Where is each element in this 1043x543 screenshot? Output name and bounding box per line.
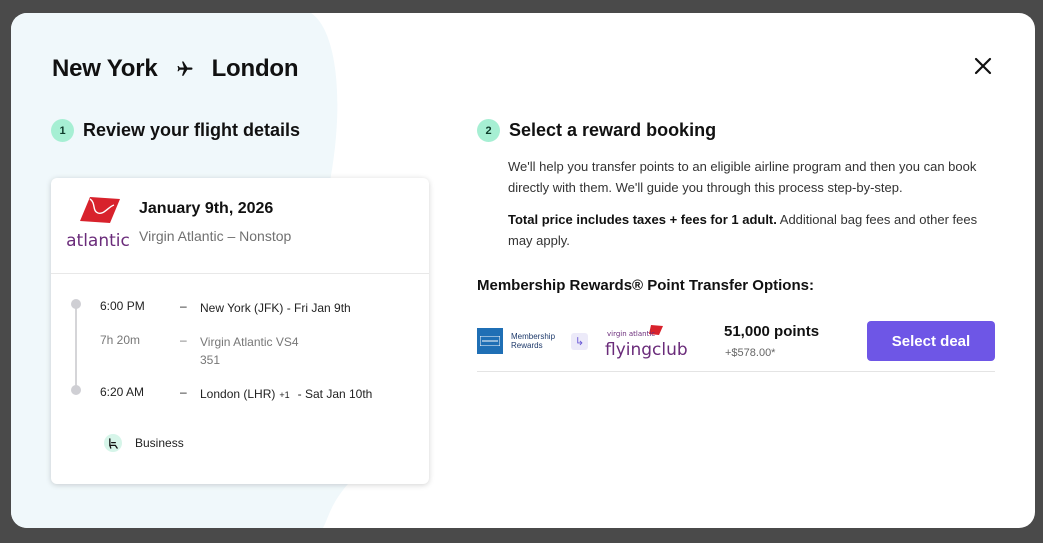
virgin-atlantic-logo: atlantic	[66, 197, 130, 251]
departure-airport: New York (JFK) - Fri Jan 9th	[200, 301, 351, 315]
transfer-explanation: We'll help you transfer points to an eli…	[508, 159, 977, 195]
flight-date: January 9th, 2026	[139, 200, 274, 217]
svg-text:virgin atlantic: virgin atlantic	[607, 330, 655, 338]
arrival-time: 6:20 AM	[100, 385, 145, 399]
select-deal-button[interactable]: Select deal	[867, 321, 995, 361]
price-disclaimer: Total price includes taxes + fees for 1 …	[508, 212, 978, 248]
flight-number: Virgin Atlantic VS4 351	[200, 335, 299, 367]
cabin-class: Business	[104, 434, 184, 452]
departure-time: 6:00 PM	[100, 299, 145, 313]
close-icon[interactable]	[972, 55, 994, 77]
amex-logo-icon	[477, 328, 503, 354]
airplane-icon	[176, 60, 194, 78]
flight-timeline	[71, 299, 81, 395]
route-title: New York London	[52, 55, 299, 83]
transfer-options-title: Membership Rewards® Point Transfer Optio…	[477, 277, 814, 294]
svg-text:flyingclub: flyingclub	[605, 340, 688, 360]
destination-city: London	[211, 55, 299, 82]
flight-booking-modal: New York London 1 Review your flight det…	[11, 13, 1035, 528]
cash-fees: +$578.00*	[725, 347, 776, 359]
cabin-label: Business	[135, 436, 184, 450]
step-number-badge: 1	[51, 119, 74, 142]
arrival-airport: London (LHR) +1- Sat Jan 10th	[200, 387, 373, 401]
transfer-option-row: Membership Rewards ↳ virgin atlantic fly…	[477, 319, 995, 372]
card-divider	[51, 273, 429, 274]
membership-rewards-label: Membership Rewards	[511, 332, 556, 350]
flight-duration: 7h 20m	[100, 333, 141, 347]
step-select-booking: 2 Select a reward booking	[477, 119, 716, 142]
seat-icon	[104, 434, 122, 452]
day-offset: +1	[279, 390, 290, 400]
step-number-badge: 2	[477, 119, 500, 142]
transfer-arrow-icon: ↳	[571, 333, 588, 350]
step-review-flight: 1 Review your flight details	[51, 119, 300, 142]
points-required: 51,000 points	[724, 323, 820, 340]
step-title: Review your flight details	[83, 120, 301, 140]
airline-nonstop: Virgin Atlantic – Nonstop	[139, 228, 292, 244]
flight-details-card: atlantic January 9th, 2026 Virgin Atlant…	[51, 178, 429, 484]
flyingclub-logo: virgin atlantic flyingclub	[605, 325, 688, 360]
logo-wordmark: atlantic	[66, 231, 130, 251]
origin-city: New York	[52, 55, 158, 82]
step-title: Select a reward booking	[509, 120, 717, 140]
